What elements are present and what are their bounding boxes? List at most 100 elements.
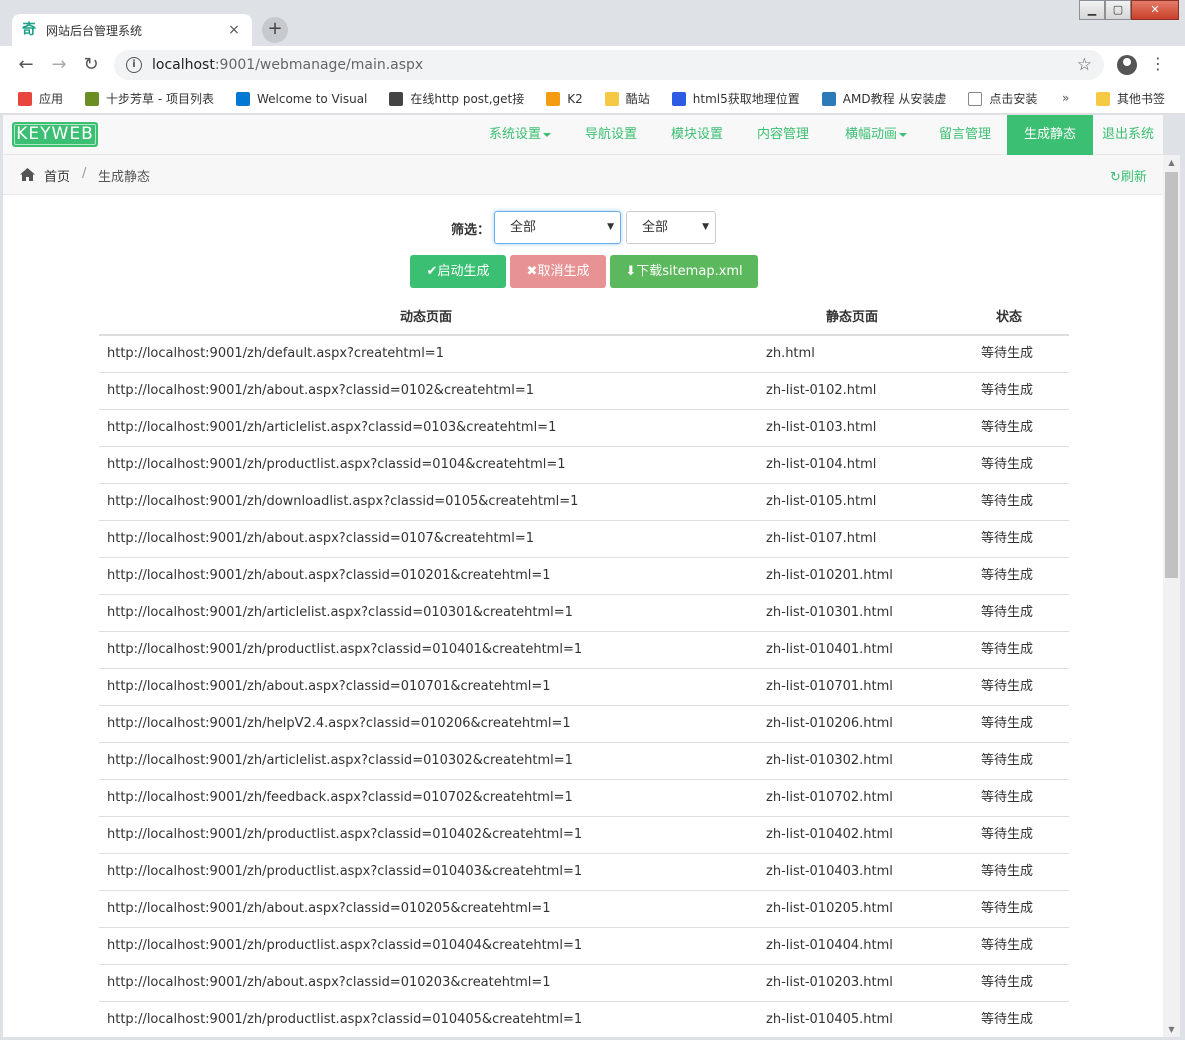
dynamic-page-cell: http://localhost:9001/zh/articlelist.asp…: [107, 753, 573, 768]
bookmark-item[interactable]: Welcome to Visual: [235, 91, 367, 106]
static-page-cell: zh-list-010201.html: [766, 568, 893, 583]
static-page-cell: zh-list-0105.html: [766, 494, 877, 509]
table-row: http://localhost:9001/zh/productlist.asp…: [99, 817, 1069, 854]
brand-logo[interactable]: KEYWEB: [12, 122, 98, 147]
filter-select-primary-value: 全部: [510, 220, 537, 235]
other-bookmarks-folder[interactable]: 其他书签: [1096, 90, 1165, 107]
nav-item-label: 系统设置: [488, 127, 541, 142]
browser-menu-icon[interactable]: ⋮: [1150, 54, 1166, 73]
maximize-button[interactable]: ▢: [1105, 0, 1131, 20]
chevron-down-icon: ▼: [702, 222, 709, 232]
bookmark-item[interactable]: K2: [546, 91, 583, 106]
static-page-cell: zh-list-010205.html: [766, 901, 893, 916]
dynamic-page-cell: http://localhost:9001/zh/productlist.asp…: [107, 938, 583, 953]
apps-icon: [18, 91, 32, 106]
nav-item[interactable]: 生成静态: [1007, 115, 1093, 155]
refresh-icon: ↻: [1110, 170, 1121, 185]
breadcrumb-home[interactable]: 首页: [44, 166, 70, 185]
bookmark-item[interactable]: 十步芳草 - 项目列表: [85, 90, 214, 107]
pages-table: 动态页面 静态页面 状态 http://localhost:9001/zh/de…: [99, 301, 1069, 1037]
bookmarks-overflow-button[interactable]: »: [1062, 91, 1069, 105]
nav-item[interactable]: 横幅动画: [827, 115, 925, 155]
dynamic-page-cell: http://localhost:9001/zh/feedback.aspx?c…: [107, 790, 573, 805]
profile-avatar-icon[interactable]: [1117, 55, 1137, 75]
start-generate-button[interactable]: ✔启动生成: [410, 255, 506, 288]
download-sitemap-button[interactable]: ⬇下载sitemap.xml: [610, 255, 758, 288]
dynamic-page-cell: http://localhost:9001/zh/about.aspx?clas…: [107, 531, 534, 546]
dynamic-page-cell: http://localhost:9001/zh/articlelist.asp…: [107, 605, 573, 620]
home-icon: [20, 168, 35, 181]
browser-tab[interactable]: 奇 网站后台管理系统 ×: [12, 14, 252, 46]
table-header: 动态页面 静态页面 状态: [99, 301, 1069, 336]
scroll-down-icon[interactable]: ▼: [1163, 1022, 1180, 1037]
static-page-cell: zh-list-0107.html: [766, 531, 877, 546]
static-page-cell: zh-list-010206.html: [766, 716, 893, 731]
status-cell: 等待生成: [981, 383, 1034, 398]
filter-select-primary[interactable]: 全部 ▼: [494, 211, 621, 244]
site-info-icon[interactable]: i: [126, 57, 142, 73]
nav-item-label: 退出系统: [1101, 127, 1154, 142]
bookmark-item[interactable]: 酷站: [604, 90, 650, 107]
table-row: http://localhost:9001/zh/default.aspx?cr…: [99, 336, 1069, 373]
scroll-up-icon[interactable]: ▲: [1163, 155, 1180, 170]
nav-item[interactable]: 内容管理: [741, 115, 825, 155]
table-row: http://localhost:9001/zh/about.aspx?clas…: [99, 373, 1069, 410]
nav-item[interactable]: 退出系统: [1093, 115, 1163, 155]
bookmark-item[interactable]: 点击安装: [968, 90, 1037, 107]
nav-item[interactable]: 留言管理: [923, 115, 1007, 155]
top-navbar: KEYWEB 系统设置 导航设置 模块设置 内容管理 横幅动画 留言管理 生成静态 退出系统: [3, 115, 1163, 155]
address-bar[interactable]: i localhost:9001/webmanage/main.aspx ☆: [114, 50, 1104, 80]
bookmark-star-icon[interactable]: ☆: [1077, 55, 1092, 75]
bookmark-item[interactable]: AMD教程 从安装虚: [821, 90, 947, 107]
refresh-label: 刷新: [1120, 170, 1147, 185]
nav-item[interactable]: 系统设置: [473, 115, 567, 155]
url-path: :9001/webmanage/main.aspx: [214, 57, 424, 73]
chevron-down-icon: ▼: [607, 222, 614, 232]
folder-icon: [604, 91, 619, 106]
page-scrollbar[interactable]: ▲ ▼: [1163, 155, 1180, 1037]
static-page-cell: zh-list-010701.html: [766, 679, 893, 694]
status-cell: 等待生成: [981, 494, 1034, 509]
table-row: http://localhost:9001/zh/articlelist.asp…: [99, 410, 1069, 447]
bookmark-label: AMD教程 从安装虚: [842, 92, 947, 106]
table-row: http://localhost:9001/zh/about.aspx?clas…: [99, 558, 1069, 595]
scroll-thumb[interactable]: [1165, 172, 1178, 578]
bookmark-item[interactable]: html5获取地理位置: [671, 90, 800, 107]
bookmark-item[interactable]: 应用: [18, 90, 63, 107]
minimize-button[interactable]: ▁: [1079, 0, 1105, 20]
table-row: http://localhost:9001/zh/productlist.asp…: [99, 1002, 1069, 1037]
table-body: http://localhost:9001/zh/default.aspx?cr…: [99, 336, 1069, 1037]
static-page-cell: zh-list-010302.html: [766, 753, 893, 768]
bookmark-label: 十步芳草 - 项目列表: [106, 92, 214, 106]
new-tab-button[interactable]: +: [262, 17, 288, 43]
nav-item[interactable]: 模块设置: [655, 115, 739, 155]
status-cell: 等待生成: [981, 642, 1034, 657]
filter-select-secondary[interactable]: 全部 ▼: [626, 211, 716, 244]
dynamic-page-cell: http://localhost:9001/zh/about.aspx?clas…: [107, 679, 551, 694]
url-host: localhost: [152, 57, 215, 73]
bookmark-icon: [85, 91, 100, 106]
static-page-cell: zh-list-0103.html: [766, 420, 877, 435]
caret-down-icon: [543, 132, 551, 137]
header-static-page: 静态页面: [826, 310, 879, 325]
url-text[interactable]: localhost:9001/webmanage/main.aspx: [152, 57, 1077, 73]
refresh-link[interactable]: ↻刷新: [1110, 166, 1147, 185]
static-page-cell: zh-list-010402.html: [766, 827, 893, 842]
nav-item[interactable]: 导航设置: [569, 115, 653, 155]
cancel-generate-button[interactable]: ✖取消生成: [510, 255, 606, 288]
filter-label: 筛选：: [451, 223, 491, 238]
table-row: http://localhost:9001/zh/articlelist.asp…: [99, 595, 1069, 632]
vs-icon: [235, 91, 250, 106]
table-row: http://localhost:9001/zh/about.aspx?clas…: [99, 521, 1069, 558]
tab-close-icon[interactable]: ×: [226, 22, 242, 38]
forward-arrow-icon[interactable]: →: [48, 54, 70, 76]
back-arrow-icon[interactable]: ←: [15, 54, 37, 76]
reload-icon[interactable]: ↻: [80, 54, 102, 76]
close-window-button[interactable]: ✕: [1131, 0, 1179, 20]
qr-icon: [389, 91, 404, 106]
dynamic-page-cell: http://localhost:9001/zh/productlist.asp…: [107, 827, 583, 842]
status-cell: 等待生成: [981, 975, 1034, 990]
status-cell: 等待生成: [981, 679, 1034, 694]
static-page-cell: zh-list-0104.html: [766, 457, 877, 472]
bookmark-item[interactable]: 在线http post,get接: [389, 90, 524, 107]
